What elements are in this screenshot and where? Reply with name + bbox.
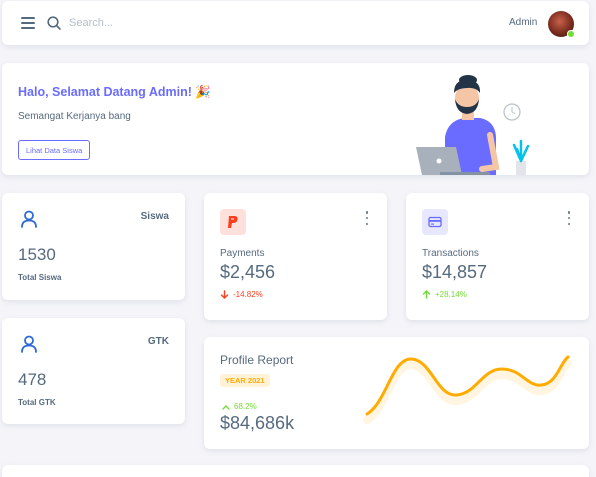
online-status-dot — [567, 30, 575, 38]
user-icon — [21, 210, 37, 228]
change-indicator: -14.82% — [220, 290, 263, 299]
payments-card: Payments $2,456 -14.82% — [204, 193, 387, 320]
profile-sparkline — [363, 355, 572, 424]
man-with-laptop-illustration — [416, 75, 530, 175]
stat-value: 478 — [18, 370, 47, 389]
search-input[interactable] — [69, 13, 269, 33]
change-value: +28.14% — [435, 290, 467, 299]
stat-caption: Total Siswa — [18, 273, 62, 282]
bottom-card — [2, 465, 589, 477]
welcome-card: Halo, Selamat Datang Admin! 🎉 Semangat K… — [2, 63, 589, 175]
more-options-icon[interactable] — [363, 211, 371, 225]
stat-card-siswa: Siswa 1530 Total Siswa — [2, 193, 185, 300]
welcome-title: Halo, Selamat Datang Admin! 🎉 — [18, 85, 211, 99]
welcome-subtitle: Semangat Kerjanya bang — [18, 111, 131, 122]
year-badge: YEAR 2021 — [220, 374, 270, 387]
card-value: $84,686k — [220, 413, 295, 433]
stat-label: GTK — [147, 336, 169, 347]
card-value: $2,456 — [220, 262, 276, 282]
user-icon — [21, 335, 37, 353]
stat-value: 1530 — [18, 245, 56, 264]
card-label: Payments — [220, 248, 265, 259]
arrow-down-icon — [220, 290, 229, 299]
paypal-icon — [220, 209, 246, 235]
change-value: 68.2% — [234, 402, 257, 411]
change-indicator: +28.14% — [422, 290, 467, 299]
stat-card-gtk: GTK 478 Total GTK — [2, 318, 185, 424]
chevron-up-icon — [222, 404, 230, 410]
arrow-up-icon — [422, 290, 431, 299]
more-options-icon[interactable] — [565, 211, 573, 225]
card-label: Transactions — [422, 248, 479, 259]
menu-icon[interactable] — [21, 17, 35, 29]
change-indicator: 68.2% — [222, 402, 257, 411]
credit-card-icon — [422, 209, 448, 235]
change-value: -14.82% — [233, 290, 263, 299]
user-name: Admin — [509, 17, 538, 28]
profile-report-card: Profile Report YEAR 2021 68.2% $84,686k — [204, 337, 589, 449]
top-navbar: Admin — [2, 1, 589, 45]
card-title: Profile Report — [220, 353, 294, 367]
transactions-card: Transactions $14,857 +28.14% — [406, 193, 589, 320]
stat-caption: Total GTK — [18, 398, 56, 407]
stat-label: Siswa — [140, 211, 169, 222]
card-value: $14,857 — [422, 262, 488, 282]
search-icon — [47, 16, 61, 30]
view-students-button[interactable]: Lihat Data Siswa — [18, 140, 91, 160]
avatar[interactable] — [548, 11, 575, 38]
